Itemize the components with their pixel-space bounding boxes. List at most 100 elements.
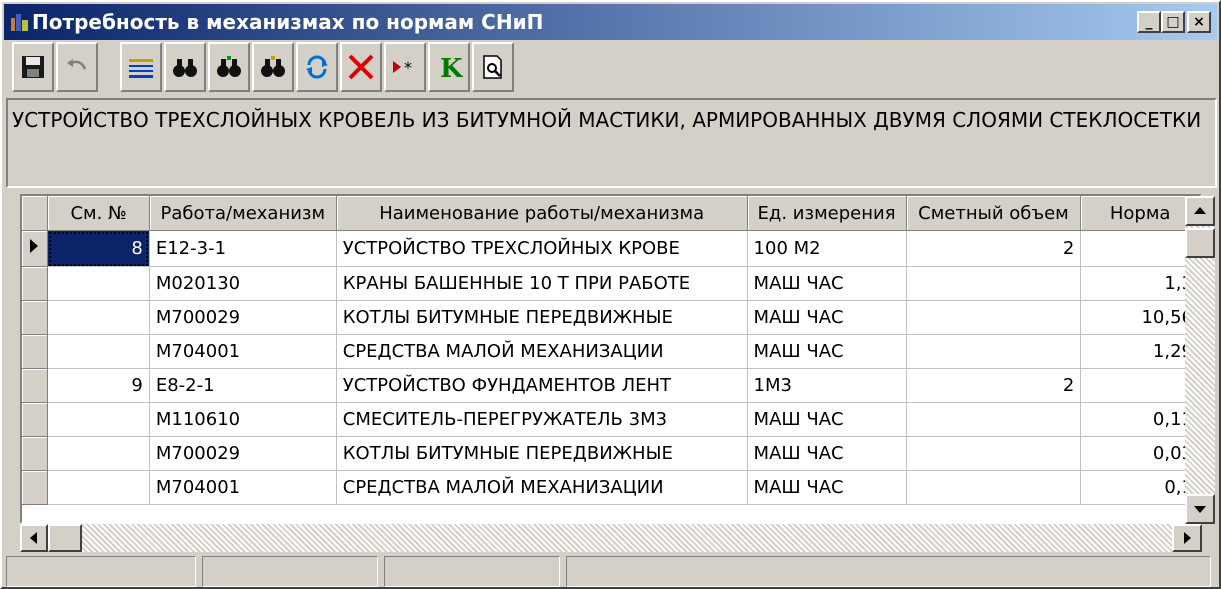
arrow-right-icon (1184, 532, 1191, 544)
cell-num[interactable]: 8 (47, 230, 150, 267)
find-prev-button[interactable] (252, 42, 294, 92)
cell-code[interactable]: М704001 (149, 470, 337, 505)
table-row[interactable]: М020130 КРАНЫ БАШЕННЫЕ 10 Т ПРИ РАБОТЕ МАШ… (22, 266, 1200, 301)
scroll-right-button[interactable] (1172, 524, 1202, 552)
cell-num[interactable] (47, 334, 150, 369)
cell-unit[interactable]: 100 М2 (747, 230, 907, 267)
cell-code[interactable]: М704001 (149, 334, 337, 369)
vertical-scrollbar[interactable] (1185, 196, 1215, 524)
print-preview-button[interactable] (472, 42, 514, 92)
table-row[interactable]: М110610 СМЕСИТЕЛЬ-ПЕРЕГРУЖАТЕЛЬ 3М3 МАШ ЧА… (22, 402, 1200, 437)
cell-code[interactable]: М110610 (149, 402, 337, 437)
cell-num[interactable]: 9 (47, 368, 150, 403)
cell-num[interactable] (47, 402, 150, 437)
scroll-left-button[interactable] (20, 524, 48, 552)
cell-volume[interactable] (906, 402, 1082, 437)
minimize-button[interactable]: _ (1137, 11, 1161, 33)
cell-volume[interactable] (906, 266, 1082, 301)
undo-icon (67, 59, 87, 70)
cell-name[interactable]: КРАНЫ БАШЕННЫЕ 10 Т ПРИ РАБОТЕ (336, 266, 748, 301)
cell-volume[interactable] (906, 470, 1082, 505)
cell-code[interactable]: Е12-3-1 (149, 230, 337, 267)
table-row[interactable]: 9 Е8-2-1 УСТРОЙСТВО ФУНДАМЕНТОВ ЛЕНТ 1М3 2 (22, 368, 1200, 403)
header-volume[interactable]: Сметный объем (906, 196, 1082, 231)
cell-name[interactable]: СРЕДСТВА МАЛОЙ МЕХАНИЗАЦИИ (336, 334, 748, 369)
cell-num[interactable] (47, 470, 150, 505)
cell-norm[interactable]: 0,03 (1080, 436, 1200, 471)
cell-name[interactable]: СРЕДСТВА МАЛОЙ МЕХАНИЗАЦИИ (336, 470, 748, 505)
table-row[interactable]: М700029 КОТЛЫ БИТУМНЫЕ ПЕРЕДВИЖНЫЕ МАШ ЧАС… (22, 300, 1200, 335)
undo-button[interactable] (56, 42, 98, 92)
header-name[interactable]: Наименование работы/механизма (336, 196, 748, 231)
table-row[interactable]: М704001 СРЕДСТВА МАЛОЙ МЕХАНИЗАЦИИ МАШ ЧАС… (22, 470, 1200, 505)
horizontal-scrollbar[interactable] (20, 524, 1202, 552)
work-description: УСТРОЙСТВО ТРЕХСЛОЙНЫХ КРОВЕЛЬ ИЗ БИТУМН… (6, 98, 1217, 188)
cell-unit[interactable]: 1М3 (747, 368, 907, 403)
cell-volume[interactable]: 2 (906, 230, 1082, 267)
cell-unit[interactable]: МАШ ЧАС (747, 300, 907, 335)
cell-norm[interactable]: 10,56 (1080, 300, 1200, 335)
save-button[interactable] (12, 42, 54, 92)
cell-volume[interactable]: 2 (906, 368, 1082, 403)
cell-name[interactable]: УСТРОЙСТВО ТРЕХСЛОЙНЫХ КРОВЕ (336, 230, 748, 267)
header-indicator (22, 196, 49, 231)
find-button[interactable] (164, 42, 206, 92)
cell-name[interactable]: КОТЛЫ БИТУМНЫЕ ПЕРЕДВИЖНЫЕ (336, 436, 748, 471)
cell-code[interactable]: М020130 (149, 266, 337, 301)
insert-record-button[interactable]: * (384, 42, 426, 92)
close-button[interactable]: × (1187, 11, 1211, 33)
row-indicator[interactable] (22, 368, 49, 403)
header-num[interactable]: См. № (47, 196, 150, 231)
cell-name[interactable]: КОТЛЫ БИТУМНЫЕ ПЕРЕДВИЖНЫЕ (336, 300, 748, 335)
header-code[interactable]: Работа/механизм (149, 196, 337, 231)
refresh-button[interactable] (296, 42, 338, 92)
table-row[interactable]: М704001 СРЕДСТВА МАЛОЙ МЕХАНИЗАЦИИ МАШ ЧАС… (22, 334, 1200, 369)
delete-button[interactable] (340, 42, 382, 92)
columns-button[interactable] (120, 42, 162, 92)
current-row-indicator[interactable] (22, 230, 49, 267)
table-row[interactable]: М700029 КОТЛЫ БИТУМНЫЕ ПЕРЕДВИЖНЫЕ МАШ ЧАС… (22, 436, 1200, 471)
cell-norm[interactable]: 0,1 (1080, 470, 1200, 505)
row-indicator[interactable] (22, 436, 49, 471)
cell-unit[interactable]: МАШ ЧАС (747, 402, 907, 437)
find-next-button[interactable] (208, 42, 250, 92)
header-norm[interactable]: Норма (1080, 196, 1200, 231)
title-bar[interactable]: Потребность в механизмах по нормам СНиП … (4, 4, 1217, 40)
scroll-thumb[interactable] (1185, 228, 1215, 258)
cell-norm[interactable] (1080, 230, 1200, 267)
scroll-up-button[interactable] (1185, 196, 1215, 226)
cell-name[interactable]: СМЕСИТЕЛЬ-ПЕРЕГРУЖАТЕЛЬ 3М3 (336, 402, 748, 437)
scroll-down-button[interactable] (1185, 494, 1215, 524)
cell-num[interactable] (47, 300, 150, 335)
cell-num[interactable] (47, 266, 150, 301)
cell-norm[interactable]: 0,11 (1080, 402, 1200, 437)
cell-code[interactable]: Е8-2-1 (149, 368, 337, 403)
cell-norm[interactable]: 1,29 (1080, 334, 1200, 369)
cell-volume[interactable] (906, 334, 1082, 369)
cell-code[interactable]: М700029 (149, 436, 337, 471)
cell-num[interactable] (47, 436, 150, 471)
cell-name[interactable]: УСТРОЙСТВО ФУНДАМЕНТОВ ЛЕНТ (336, 368, 748, 403)
cell-norm[interactable] (1080, 368, 1200, 403)
k-button[interactable]: K (428, 42, 470, 92)
cell-volume[interactable] (906, 436, 1082, 471)
table-row[interactable]: 8 Е12-3-1 УСТРОЙСТВО ТРЕХСЛОЙНЫХ КРОВЕ 100 … (22, 230, 1200, 267)
cell-unit[interactable]: МАШ ЧАС (747, 266, 907, 301)
mechanisms-table: См. № Работа/механизм Наименование работ… (22, 196, 1200, 505)
horizontal-scroll-thumb[interactable] (48, 524, 82, 552)
maximize-button[interactable]: □ (1161, 11, 1185, 33)
cell-code[interactable]: М700029 (149, 300, 337, 335)
cell-volume[interactable] (906, 300, 1082, 335)
header-unit[interactable]: Ед. измерения (747, 196, 907, 231)
cell-unit[interactable]: МАШ ЧАС (747, 334, 907, 369)
row-indicator[interactable] (22, 402, 49, 437)
row-indicator[interactable] (22, 470, 49, 505)
cell-norm[interactable]: 1,3 (1080, 266, 1200, 301)
cell-unit[interactable]: МАШ ЧАС (747, 436, 907, 471)
mechanisms-grid[interactable]: См. № Работа/механизм Наименование работ… (20, 194, 1202, 524)
cell-unit[interactable]: МАШ ЧАС (747, 470, 907, 505)
status-panel-3 (384, 556, 560, 587)
row-indicator[interactable] (22, 334, 49, 369)
row-indicator[interactable] (22, 300, 49, 335)
row-indicator[interactable] (22, 266, 49, 301)
